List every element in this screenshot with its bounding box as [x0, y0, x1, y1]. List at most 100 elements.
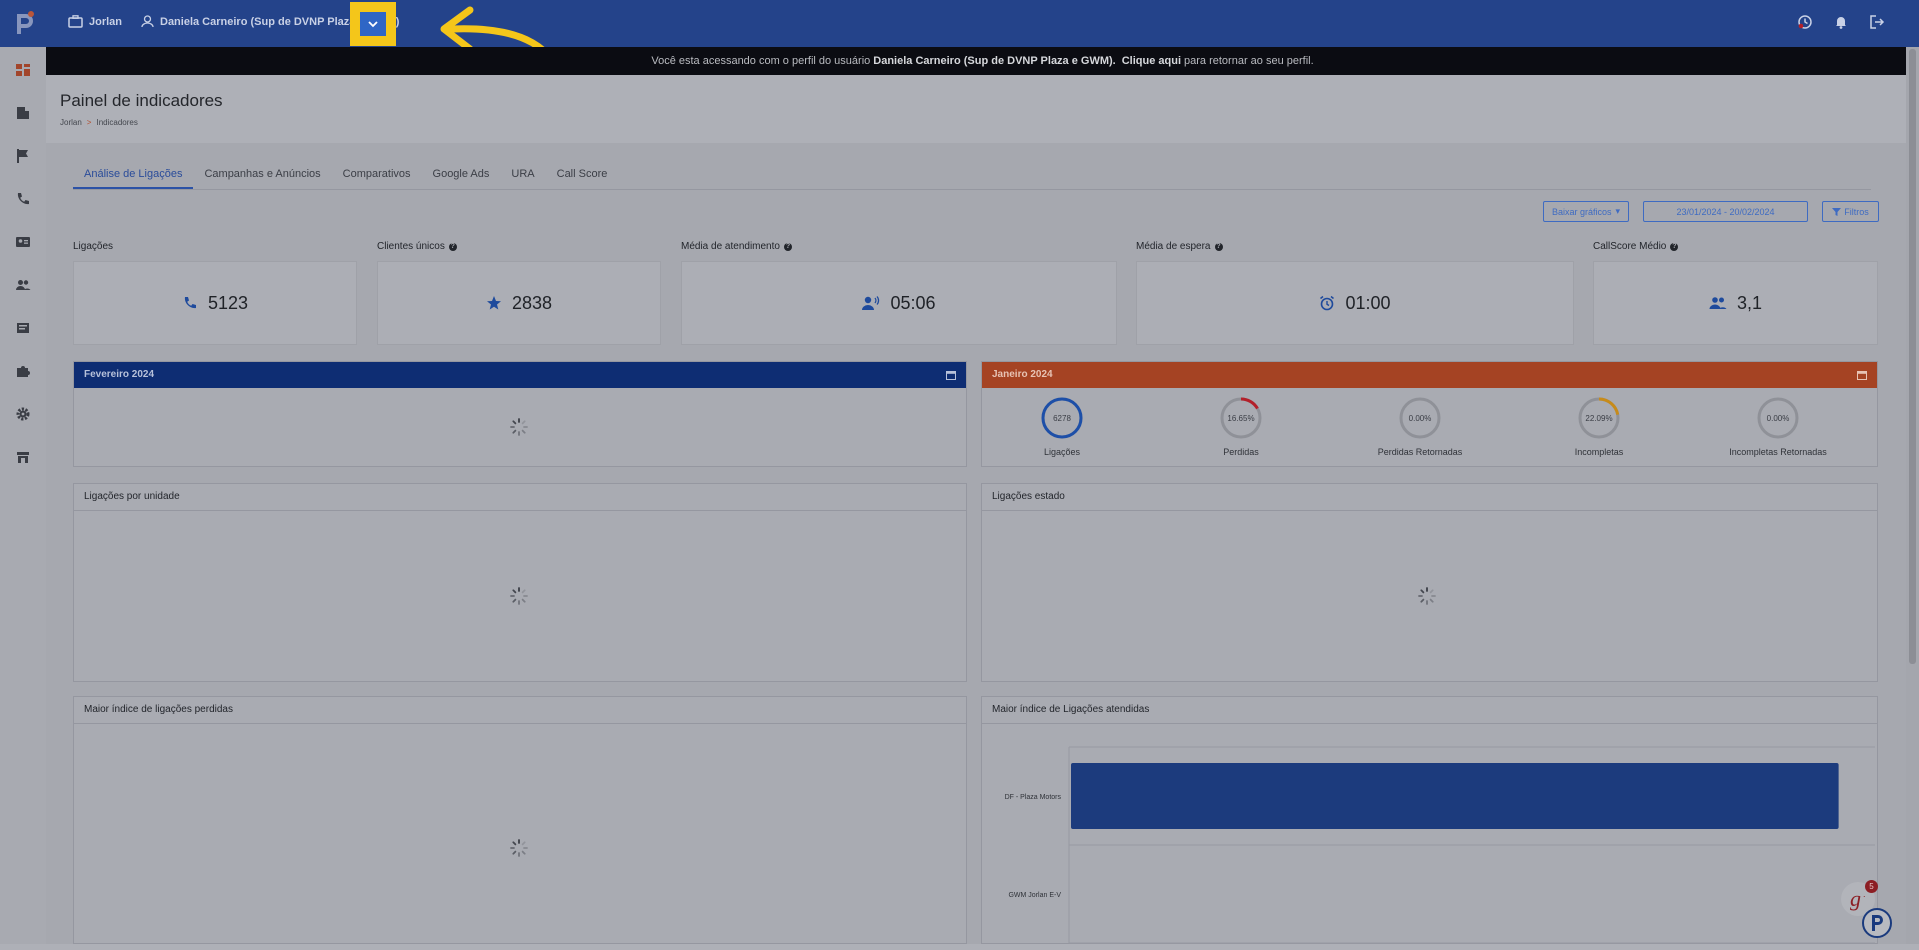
star-icon — [486, 296, 501, 310]
bar-chart-svg: DF - Plaza Motors GWM Jorlan E-V — [1005, 746, 1875, 944]
people-icon — [1709, 297, 1727, 309]
user-dropdown-highlight — [350, 2, 396, 46]
metric-card-ligacoes: 5123 — [73, 261, 357, 345]
help-icon[interactable]: ? — [1214, 242, 1223, 251]
store-icon[interactable] — [15, 449, 31, 465]
app-logo[interactable] — [10, 8, 40, 38]
banner-user: Daniela Carneiro (Sup de DVNP Plaza e GW… — [873, 55, 1116, 67]
metric-card-clientes: 2838 — [377, 261, 661, 345]
help-icon[interactable]: ? — [448, 242, 457, 251]
tab-bar: Análise de Ligações Campanhas e Anúncios… — [73, 165, 1871, 190]
tab-campanhas-anuncios[interactable]: Campanhas e Anúncios — [193, 165, 331, 189]
users-icon[interactable] — [15, 277, 31, 293]
notification-badge: 5 — [1865, 880, 1878, 893]
gauge-4: 0.00% Incompletas Retornadas — [1718, 396, 1838, 457]
filters-button[interactable]: Filtros — [1822, 201, 1879, 222]
gauge-ring: 22.09% — [1578, 397, 1620, 439]
scrollbar-thumb[interactable] — [1909, 49, 1916, 664]
banner-suffix: para retornar ao seu perfil. — [1184, 55, 1314, 67]
panel-fevereiro-header: Fevereiro 2024 — [74, 362, 966, 388]
calendar-icon[interactable] — [1857, 370, 1867, 380]
user-dropdown-button[interactable] — [360, 12, 386, 36]
loading-spinner-icon — [510, 839, 528, 857]
download-charts-button[interactable]: Baixar gráficos ▾ — [1543, 201, 1629, 222]
panel-header: Maior índice de ligações perdidas — [74, 697, 966, 724]
user-icon — [141, 15, 154, 28]
help-icon[interactable]: ? — [783, 242, 792, 251]
bar[interactable] — [1071, 763, 1839, 829]
gauge-label: Perdidas Retornadas — [1377, 447, 1463, 457]
date-range-picker[interactable]: 23/01/2024 - 20/02/2024 — [1643, 201, 1808, 222]
gauge-1: 16.65% Perdidas — [1181, 396, 1301, 457]
gear-icon[interactable] — [15, 406, 31, 422]
scrollbar[interactable] — [1906, 47, 1919, 944]
metric-card-media-espera: 01:00 — [1136, 261, 1574, 345]
main-content: Análise de Ligações Campanhas e Anúncios… — [46, 143, 1906, 944]
gauge-0: 6278 Ligações — [1002, 396, 1122, 457]
metric-value: 05:06 — [890, 292, 936, 313]
bar-chart: DF - Plaza Motors GWM Jorlan E-V — [982, 723, 1879, 945]
metric-value: 5123 — [207, 292, 249, 313]
gauge-ring: 0.00% — [1757, 397, 1799, 439]
banner-return-link[interactable]: Clique aqui — [1122, 55, 1181, 67]
metric-label-media-espera: Média de espera? — [1136, 241, 1223, 252]
contact-card-icon[interactable] — [15, 234, 31, 250]
chevron-down-icon — [368, 21, 378, 28]
puzzle-icon[interactable] — [15, 363, 31, 379]
page-title: Painel de indicadores — [60, 91, 223, 110]
panel-maior-indice-atendidas: Maior índice de Ligações atendidas DF - … — [981, 696, 1878, 944]
metric-card-media-atendimento: 05:06 — [681, 261, 1117, 345]
phone-icon[interactable] — [15, 191, 31, 207]
building-icon[interactable] — [15, 105, 31, 121]
tab-analise-ligacoes[interactable]: Análise de Ligações — [73, 165, 194, 189]
dashboard-icon[interactable] — [15, 62, 31, 78]
gauge-label: Ligações — [1043, 447, 1081, 457]
filters-label: Filtros — [1844, 206, 1869, 217]
gauge-ring: 6278 — [1041, 397, 1083, 439]
tab-call-score[interactable]: Call Score — [546, 165, 619, 189]
gauge-value: 0.00% — [1767, 414, 1790, 423]
panel-header: Ligações estado — [982, 484, 1877, 511]
logout-icon[interactable] — [1869, 14, 1885, 35]
banner-prefix: Você esta acessando com o perfil do usuá… — [651, 55, 871, 67]
metric-value: 01:00 — [1345, 292, 1391, 313]
gauge-2: 0.00% Perdidas Retornadas — [1360, 396, 1480, 457]
loading-spinner-icon — [1418, 587, 1436, 605]
tab-google-ads[interactable]: Google Ads — [422, 165, 501, 189]
flag-icon[interactable] — [15, 148, 31, 164]
gauge-ring: 0.00% — [1399, 397, 1441, 439]
support-widget-button[interactable] — [1862, 908, 1892, 938]
history-icon[interactable] — [1797, 14, 1813, 35]
panel-title: Maior índice de Ligações atendidas — [992, 704, 1150, 715]
metric-label-text: Clientes únicos — [377, 241, 445, 252]
metric-value: 2838 — [511, 292, 553, 313]
metric-value: 3,1 — [1736, 292, 1763, 313]
library-icon[interactable] — [15, 320, 31, 336]
metric-label-ligacoes: Ligações — [73, 241, 113, 252]
tab-comparativos[interactable]: Comparativos — [332, 165, 422, 189]
panel-title: Ligações por unidade — [84, 491, 180, 502]
caret-down-icon: ▾ — [1615, 206, 1621, 216]
panel-title: Fevereiro 2024 — [84, 369, 155, 380]
impersonation-banner: Você esta acessando com o perfil do usuá… — [46, 47, 1919, 75]
gauge-label: Perdidas — [1223, 447, 1259, 457]
y-tick-label: GWM Jorlan E-V — [1008, 892, 1061, 899]
gauge-label: Incompletas — [1574, 447, 1624, 457]
voice-icon — [862, 296, 880, 310]
y-tick-label: DF - Plaza Motors — [1005, 794, 1062, 801]
breadcrumb-company[interactable]: Jorlan — [60, 118, 82, 127]
calendar-icon[interactable] — [946, 370, 956, 380]
help-icon[interactable]: ? — [1670, 242, 1679, 251]
gauge-value: 0.00% — [1409, 414, 1432, 423]
panel-janeiro: Janeiro 2024 6278 Ligações 16.65% Perdidas 0… — [981, 361, 1878, 467]
bell-icon[interactable] — [1833, 14, 1849, 35]
support-logo-icon — [1872, 915, 1883, 931]
date-range-value: 23/01/2024 - 20/02/2024 — [1676, 206, 1775, 217]
tab-ura[interactable]: URA — [500, 165, 545, 189]
metric-label-text: Média de espera — [1136, 241, 1211, 252]
filter-icon — [1832, 207, 1842, 216]
panel-title: Janeiro 2024 — [992, 369, 1053, 380]
panel-ligacoes-por-unidade: Ligações por unidade — [73, 483, 967, 682]
download-charts-label: Baixar gráficos — [1551, 206, 1612, 217]
company-selector[interactable]: Jorlan — [68, 15, 122, 28]
